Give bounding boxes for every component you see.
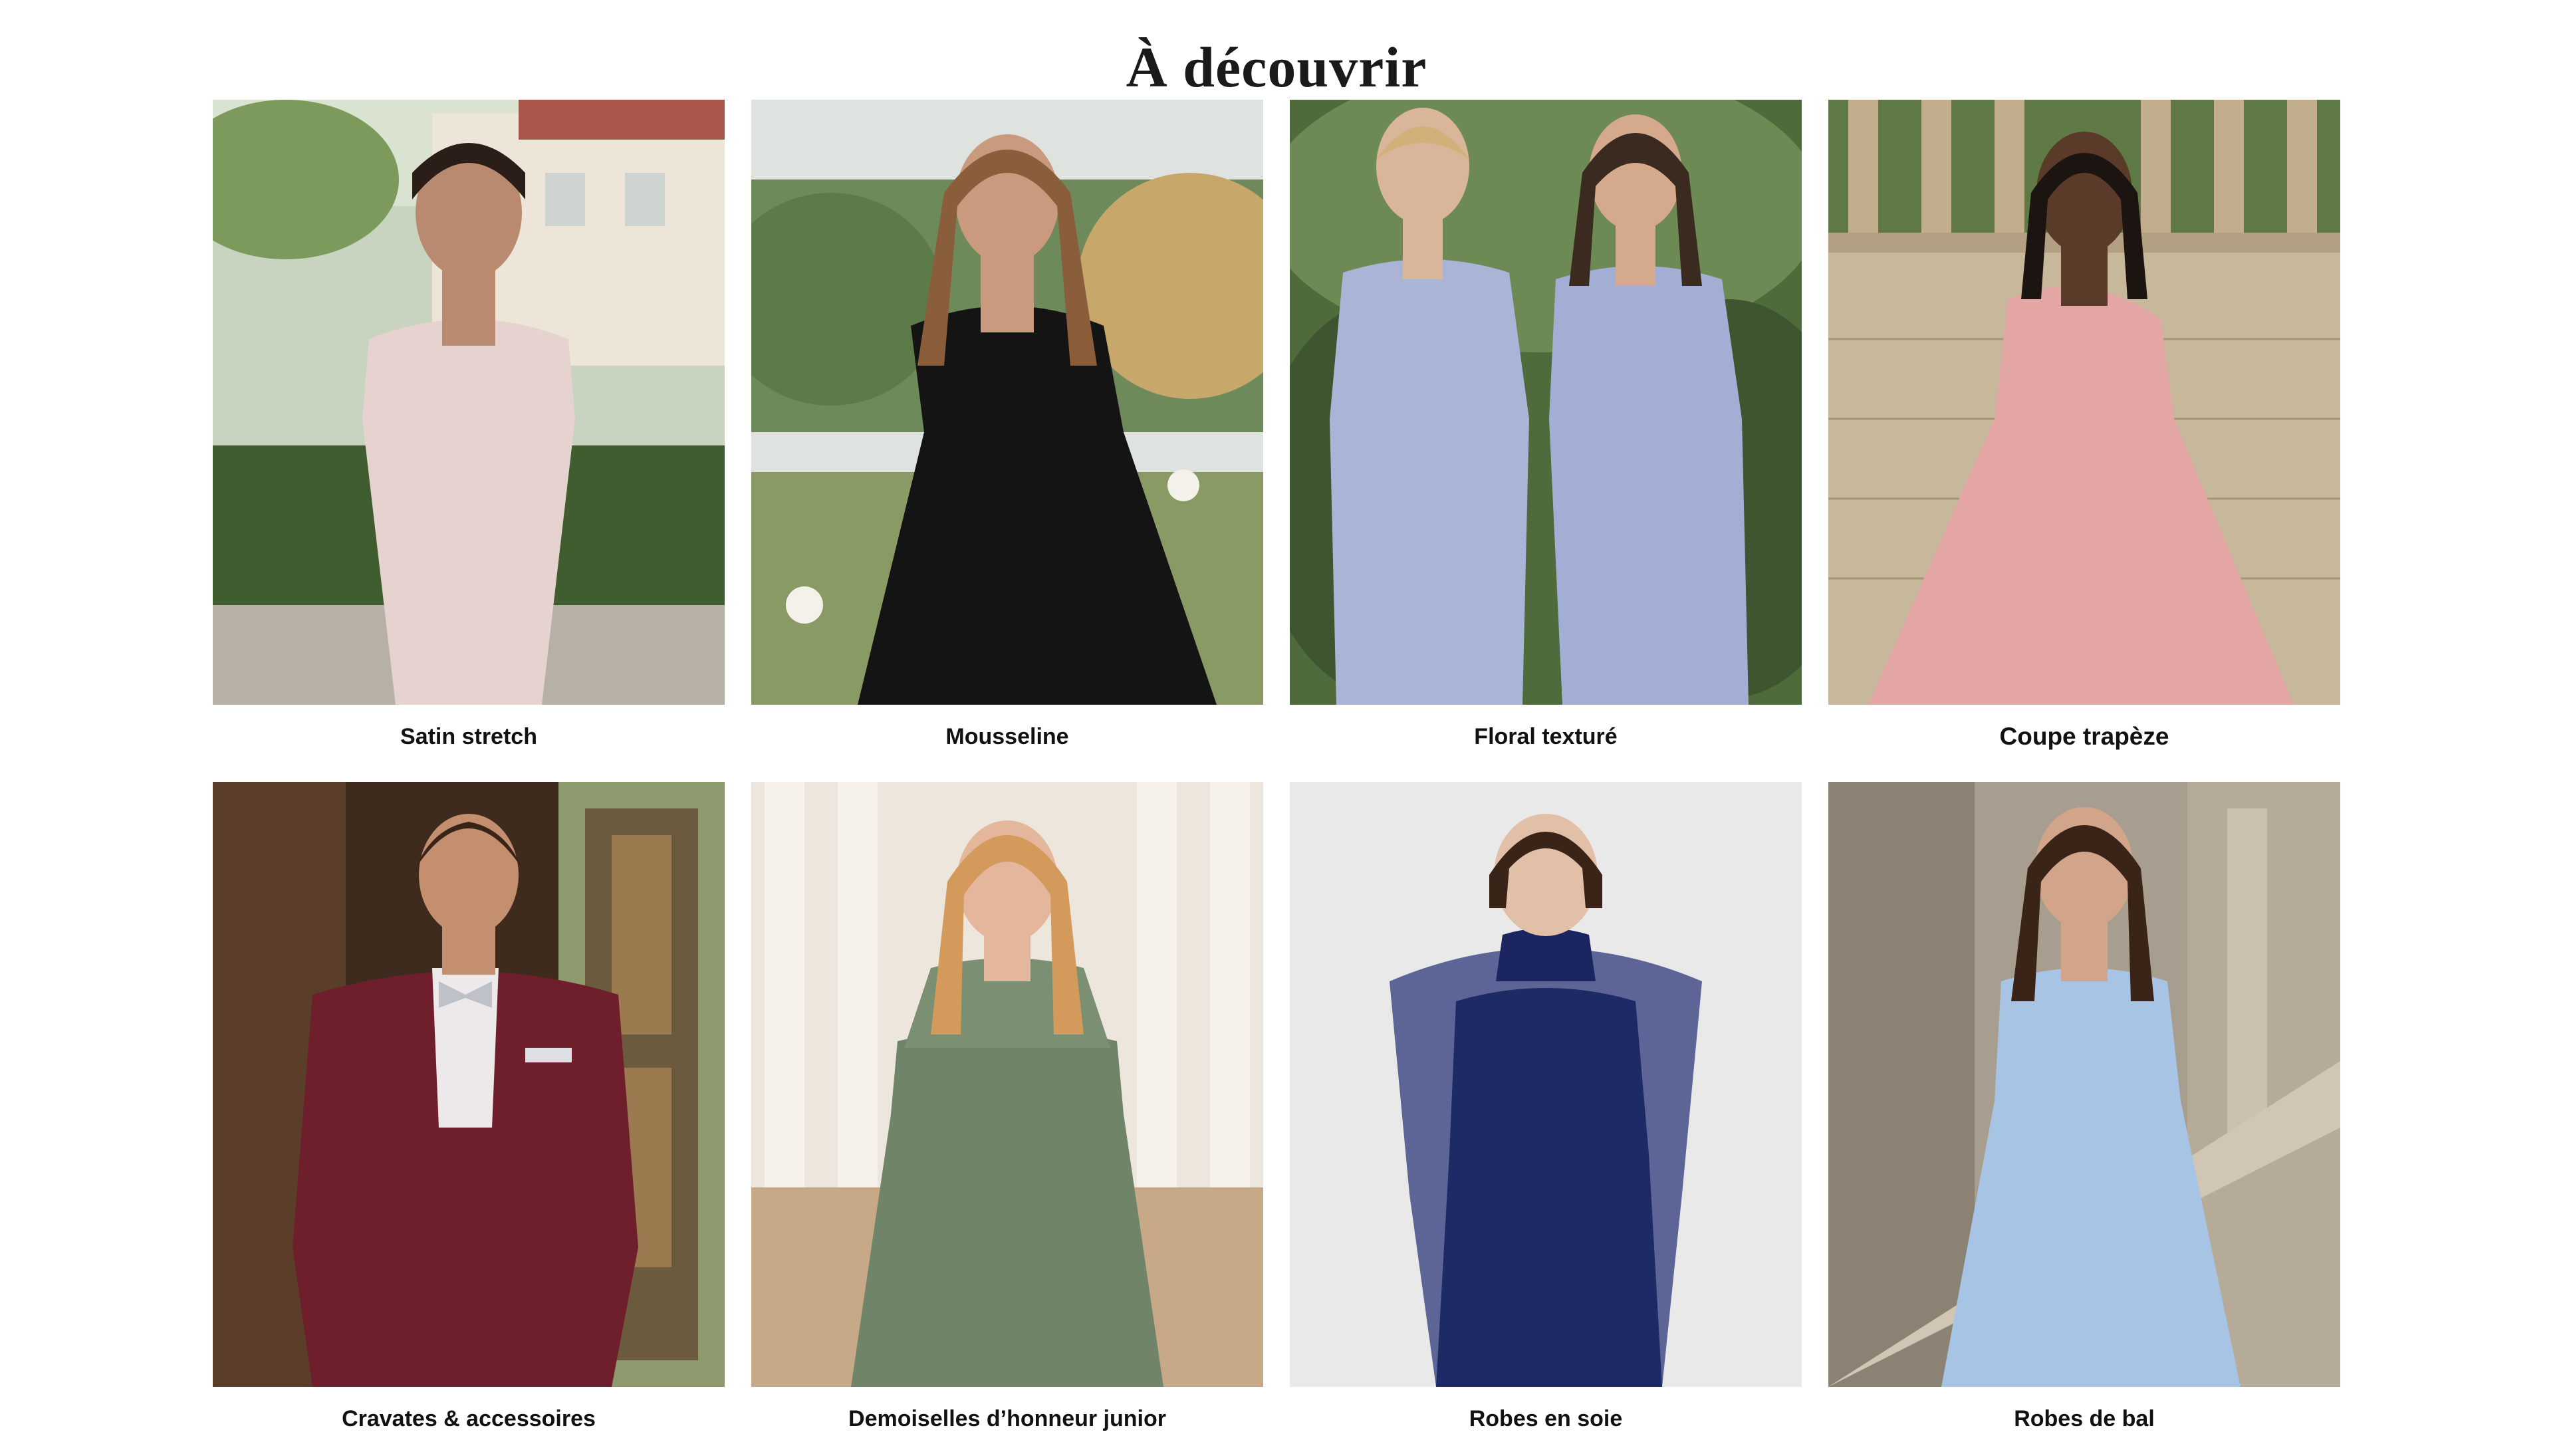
category-card-demoiselles-junior[interactable]: Demoiselles d’honneur junior	[751, 782, 1263, 1433]
category-grid: Satin stretch Mousseline Floral texturé …	[213, 100, 2340, 1433]
category-card-robes-de-bal[interactable]: Robes de bal	[1828, 782, 2340, 1433]
category-image-mousseline[interactable]	[751, 100, 1263, 705]
category-label[interactable]: Satin stretch	[213, 723, 725, 751]
category-image-cravates-accessoires[interactable]	[213, 782, 725, 1387]
category-label[interactable]: Robes de bal	[1828, 1405, 2340, 1433]
category-image-satin-stretch[interactable]	[213, 100, 725, 705]
category-image-robes-en-soie[interactable]	[1290, 782, 1802, 1387]
category-card-mousseline[interactable]: Mousseline	[751, 100, 1263, 751]
category-card-floral-texture[interactable]: Floral texturé	[1290, 100, 1802, 751]
category-image-floral-texture[interactable]	[1290, 100, 1802, 705]
category-image-demoiselles-junior[interactable]	[751, 782, 1263, 1387]
page-title: À découvrir	[1126, 35, 1427, 99]
category-label[interactable]: Robes en soie	[1290, 1405, 1802, 1433]
category-label[interactable]: Cravates & accessoires	[213, 1405, 725, 1433]
category-card-coupe-trapeze[interactable]: Coupe trapèze	[1828, 100, 2340, 751]
category-image-robes-de-bal[interactable]	[1828, 782, 2340, 1387]
category-label[interactable]: Coupe trapèze	[1828, 723, 2340, 751]
category-card-satin-stretch[interactable]: Satin stretch	[213, 100, 725, 751]
category-card-robes-en-soie[interactable]: Robes en soie	[1290, 782, 1802, 1433]
category-label[interactable]: Mousseline	[751, 723, 1263, 751]
category-label[interactable]: Demoiselles d’honneur junior	[751, 1405, 1263, 1433]
category-card-cravates-accessoires[interactable]: Cravates & accessoires	[213, 782, 725, 1433]
category-label[interactable]: Floral texturé	[1290, 723, 1802, 751]
category-image-coupe-trapeze[interactable]	[1828, 100, 2340, 705]
